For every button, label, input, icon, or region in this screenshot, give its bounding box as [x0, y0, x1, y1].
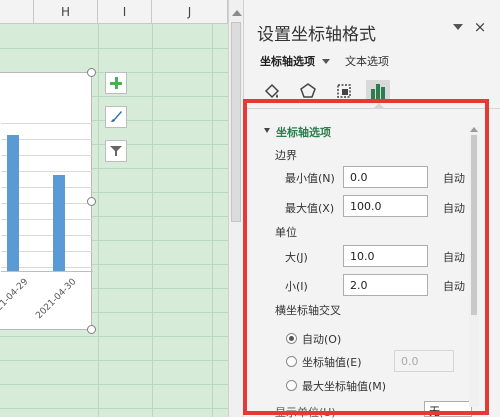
- major-auto-button[interactable]: 自动: [443, 249, 465, 265]
- minor-auto-button[interactable]: 自动: [443, 278, 465, 294]
- min-auto-button[interactable]: 自动: [443, 170, 465, 186]
- chart-x-axis-line: [1, 271, 93, 272]
- major-unit-input[interactable]: [343, 245, 428, 267]
- chart-styles-button[interactable]: [105, 106, 127, 128]
- scrollbar-thumb[interactable]: [231, 22, 241, 222]
- max-value-input[interactable]: [343, 195, 428, 217]
- chart-resize-handle[interactable]: [87, 68, 96, 77]
- pane-title: 设置坐标轴格式: [257, 25, 376, 45]
- pane-options-dropdown-icon[interactable]: [453, 24, 463, 30]
- size-properties-icon[interactable]: [332, 80, 356, 102]
- scroll-up-icon[interactable]: [232, 10, 242, 16]
- display-units-select[interactable]: 无: [424, 401, 472, 418]
- min-value-input[interactable]: [343, 166, 428, 188]
- spreadsheet-grid[interactable]: H I J 2021-04-29 2021-04-30: [0, 0, 228, 417]
- chart-bar[interactable]: [53, 175, 65, 271]
- radio-max-axis-value[interactable]: [286, 380, 297, 391]
- chevron-down-icon[interactable]: [322, 59, 330, 64]
- column-header-j[interactable]: J: [152, 0, 228, 24]
- column-header-row: H I J: [0, 0, 228, 24]
- chart-filters-button[interactable]: [105, 140, 127, 162]
- minor-label: 小(I): [285, 280, 308, 293]
- major-label: 大(J): [285, 251, 308, 264]
- chart-gridline: [1, 123, 93, 124]
- selected-tab-indicator: [373, 103, 385, 109]
- max-auto-button[interactable]: 自动: [443, 200, 465, 216]
- chart-resize-handle[interactable]: [87, 325, 96, 334]
- axis-value-input[interactable]: [394, 350, 454, 372]
- scrollbar-thumb[interactable]: [471, 135, 477, 315]
- min-label: 最小值(N): [285, 172, 335, 185]
- column-header-g[interactable]: [0, 0, 34, 24]
- bar-chart[interactable]: 2021-04-29 2021-04-30: [0, 68, 96, 334]
- tab-axis-options[interactable]: 坐标轴选项: [260, 53, 315, 69]
- grid-line: [212, 24, 213, 417]
- column-header-h[interactable]: H: [34, 0, 98, 24]
- grid-line: [152, 24, 153, 417]
- max-label: 最大值(X): [285, 202, 335, 215]
- radio-auto-label[interactable]: 自动(O): [302, 331, 341, 347]
- grid-line: [0, 48, 228, 49]
- axis-options-bars-icon[interactable]: [366, 80, 390, 102]
- effects-pentagon-icon[interactable]: [296, 80, 320, 102]
- filter-icon: [110, 146, 122, 156]
- chart-bar[interactable]: [7, 135, 19, 271]
- bounds-heading: 边界: [275, 149, 297, 162]
- pane-scrollbar[interactable]: [469, 127, 479, 407]
- column-header-i[interactable]: I: [98, 0, 152, 24]
- display-units-label: 显示单位(U): [275, 406, 336, 419]
- grid-line: [0, 336, 228, 337]
- radio-axis-value[interactable]: [286, 356, 297, 367]
- collapse-triangle-icon[interactable]: [264, 128, 270, 133]
- chart-x-tick-label: 2021-04-29: [0, 277, 31, 322]
- radio-axis-value-label[interactable]: 坐标轴值(E): [302, 354, 362, 370]
- grid-line: [0, 384, 228, 385]
- grid-line: [0, 360, 228, 361]
- chart-resize-handle[interactable]: [87, 197, 96, 206]
- divider: [244, 108, 500, 109]
- grid-line: [0, 408, 228, 409]
- close-icon[interactable]: ×: [472, 18, 488, 36]
- radio-max-axis-value-label[interactable]: 最大坐标轴值(M): [302, 378, 386, 394]
- minor-unit-input[interactable]: [343, 274, 428, 296]
- chart-x-tick-label: 2021-04-30: [34, 277, 79, 322]
- units-heading: 单位: [275, 226, 297, 239]
- fill-line-icon[interactable]: [260, 80, 284, 102]
- plus-icon: [110, 77, 122, 89]
- scroll-up-icon[interactable]: [470, 127, 478, 132]
- radio-auto[interactable]: [286, 333, 297, 344]
- grid-line: [98, 24, 99, 417]
- section-axis-options[interactable]: 坐标轴选项: [276, 124, 331, 140]
- tab-text-options[interactable]: 文本选项: [345, 53, 389, 69]
- brush-icon: [111, 111, 122, 122]
- horizontal-axis-crosses-heading: 横坐标轴交叉: [275, 304, 341, 317]
- add-chart-element-button[interactable]: [105, 72, 127, 94]
- sheet-vertical-scrollbar[interactable]: [228, 0, 244, 417]
